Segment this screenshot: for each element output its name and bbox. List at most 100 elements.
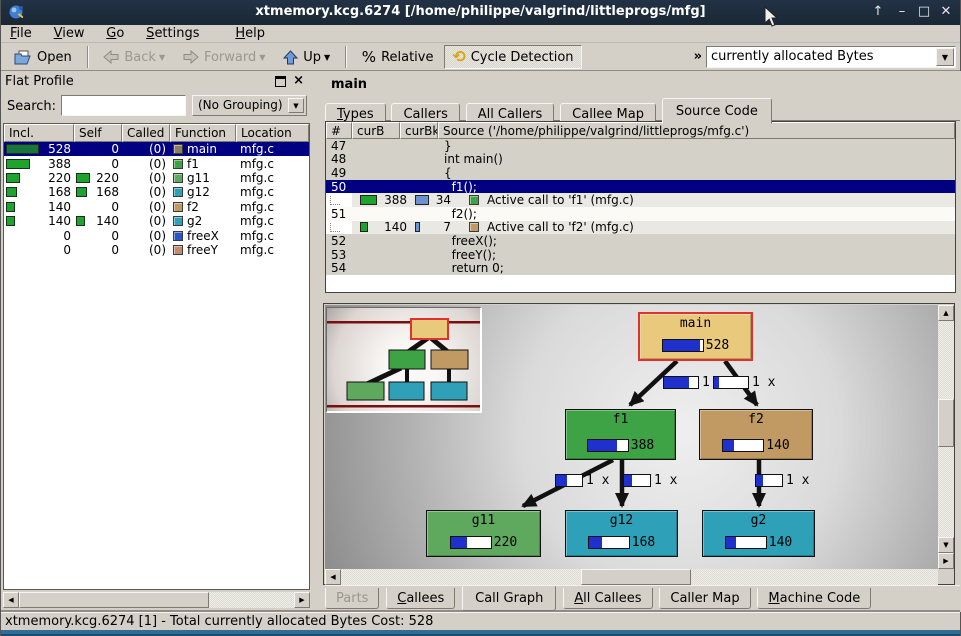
cycle-detection-label: Cycle Detection [471,50,574,65]
tab-callees[interactable]: Callees [386,588,455,609]
window-title: xtmemory.kcg.6274 [/home/philippe/valgri… [1,4,960,19]
search-input[interactable] [61,95,186,116]
up-button[interactable]: Up ▼ [276,45,337,69]
source-line[interactable]: 49{ [326,166,955,180]
scroll-left-icon[interactable]: ◀ [325,569,341,585]
source-line[interactable]: 51 f2(); [326,207,955,221]
col-curBk[interactable]: curBk [400,122,438,139]
up-dropdown-icon[interactable]: ▼ [324,53,330,62]
function-color-icon [173,159,183,169]
tab-call-graph[interactable]: Call Graph [462,586,556,611]
col-line-number[interactable]: # [326,122,352,139]
back-dropdown-icon[interactable]: ▼ [159,53,165,62]
table-row[interactable]: 140 0 (0) f2 mfg.c [4,200,309,214]
close-button[interactable]: ✕ [936,3,956,21]
col-source[interactable]: Source ('/home/philippe/valgrind/littlep… [438,122,955,139]
col-location[interactable]: Location [236,124,309,142]
cost-bar [662,339,704,352]
source-call-annotation[interactable]: 140 7 Active call to 'f2' (mfg.c) [326,221,955,235]
source-line[interactable]: 53 freeY(); [326,248,955,262]
forward-button[interactable]: Forward ▼ [176,45,272,69]
flat-profile-hscrollbar[interactable]: ◀ ▶ [3,592,310,608]
forward-icon [183,50,199,64]
incl-bar [6,202,15,212]
scroll-left-icon[interactable]: ◀ [3,592,19,608]
source-line[interactable]: 54 return 0; [326,261,955,275]
col-function[interactable]: Function [170,124,236,142]
tree-branch-icon [330,196,340,205]
forward-dropdown-icon[interactable]: ▼ [259,53,265,62]
tab-all-callees[interactable]: All Callees [563,588,652,609]
scrollbar-thumb[interactable] [581,569,691,585]
up-label: Up [303,50,321,65]
maximize-button[interactable]: □ [914,3,934,21]
col-called[interactable]: Called [122,124,170,142]
self-bar [76,216,85,226]
source-line[interactable]: 52 freeX(); [326,234,955,248]
combo-arrow-icon[interactable]: ▼ [936,48,954,66]
keep-above-button[interactable]: ↑ [868,3,888,21]
cycle-detection-button[interactable]: ⟲ Cycle Detection [444,45,581,69]
toolbar-overflow-chevron[interactable]: » [694,49,702,64]
graph-node-main[interactable]: main 528 [638,312,753,361]
minimize-button[interactable]: – [892,3,912,21]
dock-close-icon[interactable]: × [293,73,304,88]
graph-overview-inset[interactable] [326,307,482,413]
relative-button[interactable]: % Relative [355,45,441,69]
graph-node-g11[interactable]: g11 220 [426,510,541,557]
menu-file[interactable]: File [1,25,41,43]
col-curB[interactable]: curB [352,122,400,139]
tab-caller-map[interactable]: Caller Map [659,588,750,609]
scroll-right-icon[interactable]: ▶ [294,592,310,608]
table-row[interactable]: 220 220 (0) g11 mfg.c [4,171,309,185]
event-type-select[interactable]: currently allocated Bytes ▼ [706,46,956,68]
scrollbar-thumb[interactable] [938,399,954,447]
source-call-annotation[interactable]: 388 34 Active call to 'f1' (mfg.c) [326,193,955,207]
horizontal-splitter[interactable] [323,293,961,303]
scrollbar-thumb[interactable] [19,592,209,608]
source-line[interactable]: 47} [326,139,955,153]
tab-source-code[interactable]: Source Code [662,98,772,124]
menu-help[interactable]: Help [226,25,274,43]
menu-bar: File View Go Settings Help [1,25,960,43]
menu-settings[interactable]: Settings [137,25,208,43]
kcachegrind-window: xtmemory.kcg.6274 [/home/philippe/valgri… [0,0,961,636]
status-text: xtmemory.kcg.6274 [1] - Total currently … [5,614,433,629]
col-self[interactable]: Self [74,124,122,142]
incl-bar [6,173,20,183]
graph-hscrollbar[interactable]: ◀ [325,569,938,585]
menu-go[interactable]: Go [97,25,133,43]
table-row[interactable]: 388 0 (0) f1 mfg.c [4,156,309,170]
scroll-right-icon[interactable]: ▶ [938,553,954,569]
menu-view[interactable]: View [45,25,94,43]
source-line[interactable]: 48int main() [326,153,955,167]
scroll-up-icon[interactable]: ▲ [938,305,954,321]
back-button[interactable]: Back ▼ [96,45,172,69]
toolbar-separator [87,46,89,68]
back-label: Back [124,50,156,65]
event-type-value: currently allocated Bytes [711,49,874,64]
graph-node-f1[interactable]: f1 388 [565,409,676,460]
col-incl[interactable]: Incl. [4,124,74,142]
table-row[interactable]: 168 168 (0) g12 mfg.c [4,185,309,199]
table-row[interactable]: 0 0 (0) freeY mfg.c [4,243,309,257]
table-row[interactable]: 528 0 (0) main mfg.c [4,142,309,156]
cost-bar [450,536,492,549]
graph-node-f2[interactable]: f2 140 [699,409,813,460]
status-bar: xtmemory.kcg.6274 [1] - Total currently … [1,612,960,630]
table-row[interactable]: 0 0 (0) freeX mfg.c [4,228,309,242]
vertical-splitter[interactable] [312,71,323,612]
graph-node-g2[interactable]: g2 140 [702,510,815,557]
dock-float-icon[interactable] [275,76,286,87]
call-graph-canvas[interactable]: main 528 f1 388 f2 140 g11 220 g12 168 [325,305,938,569]
source-line-selected[interactable]: 50 f1(); [326,180,955,194]
table-row[interactable]: 140 140 (0) g2 mfg.c [4,214,309,228]
open-button[interactable]: Open [7,45,79,69]
combo-arrow-icon[interactable]: ▼ [288,98,304,113]
scroll-down-icon[interactable]: ▼ [938,537,954,553]
tab-machine-code[interactable]: Machine Code [757,588,871,609]
graph-vscrollbar[interactable]: ▲ ▼ ▶ [938,305,954,569]
graph-node-g12[interactable]: g12 168 [565,510,678,557]
tab-parts[interactable]: Parts [325,588,379,609]
grouping-select[interactable]: (No Grouping) ▼ [192,95,307,116]
